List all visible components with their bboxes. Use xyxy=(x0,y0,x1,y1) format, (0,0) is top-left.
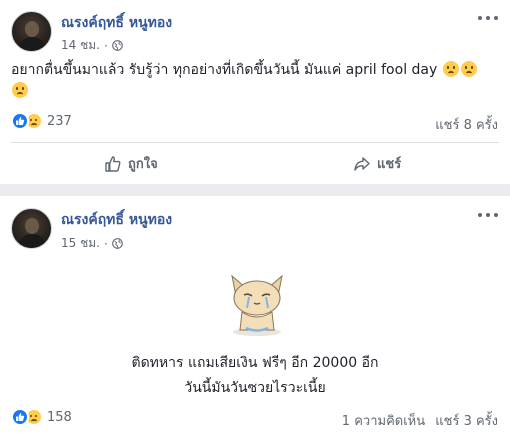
more-options-icon[interactable] xyxy=(478,11,498,25)
more-options-icon[interactable] xyxy=(478,208,498,222)
reactions-summary[interactable]: 237 xyxy=(11,112,72,130)
reaction-count: 237 xyxy=(47,113,72,129)
post-text: อยากตื่นขึ้นมาแล้ว รับรู้ว่า ทุกอย่างที่… xyxy=(11,60,501,102)
caption-line-2: วันนี้มันวันซวยไรวะเนี้ย xyxy=(184,380,326,396)
comment-count[interactable]: 1 ความคิดเห็น xyxy=(342,414,425,429)
like-label: ถูกใจ xyxy=(128,157,158,172)
meta-separator: · xyxy=(103,236,108,251)
post-meta: 15 ชม. · xyxy=(61,234,123,253)
post-stats: 1 ความคิดเห็น แชร์ 3 ครั้ง xyxy=(342,410,498,431)
globe-icon xyxy=(111,40,123,51)
sad-but-relieved-face-icon xyxy=(460,61,477,77)
post-card-1: ณรงค์ฤทธิ์ หนูทอง 14 ชม. · อยากตื่นขึ้นม… xyxy=(0,0,510,184)
share-arrow-icon xyxy=(354,156,370,171)
avatar[interactable] xyxy=(11,11,52,52)
share-button[interactable]: แชร์ xyxy=(353,153,401,174)
sad-but-relieved-face-icon xyxy=(12,82,28,98)
share-count[interactable]: แชร์ 8 ครั้ง xyxy=(435,114,498,135)
post-card-2: ณรงค์ฤทธิ์ หนูทอง 15 ชม. · ติดทหาร แถมเส… xyxy=(0,196,510,438)
caption-line-1: ติดทหาร แถมเสียเงิน ฟรีๆ อีก 20000 อีก xyxy=(131,355,379,371)
post-time[interactable]: 15 ชม. xyxy=(61,234,100,253)
post-body: อยากตื่นขึ้นมาแล้ว รับรู้ว่า ทุกอย่างที่… xyxy=(11,62,438,78)
like-icon xyxy=(11,408,29,426)
reactions-summary[interactable]: 158 xyxy=(11,408,72,426)
thumbs-up-icon xyxy=(105,155,121,172)
sad-but-relieved-face-icon xyxy=(442,61,459,77)
globe-icon xyxy=(111,238,123,249)
divider xyxy=(11,142,499,143)
share-count[interactable]: แชร์ 3 ครั้ง xyxy=(435,414,498,429)
post-time[interactable]: 14 ชม. xyxy=(61,36,100,55)
like-icon xyxy=(11,112,29,130)
reaction-count: 158 xyxy=(47,409,72,425)
post-meta: 14 ชม. · xyxy=(61,36,123,55)
like-button[interactable]: ถูกใจ xyxy=(104,153,158,174)
meta-separator: · xyxy=(103,38,108,53)
avatar[interactable] xyxy=(11,208,52,249)
share-label: แชร์ xyxy=(377,157,402,172)
crying-cat-sticker xyxy=(231,274,283,336)
author-name[interactable]: ณรงค์ฤทธิ์ หนูทอง xyxy=(61,12,172,34)
author-name[interactable]: ณรงค์ฤทธิ์ หนูทอง xyxy=(61,209,172,231)
